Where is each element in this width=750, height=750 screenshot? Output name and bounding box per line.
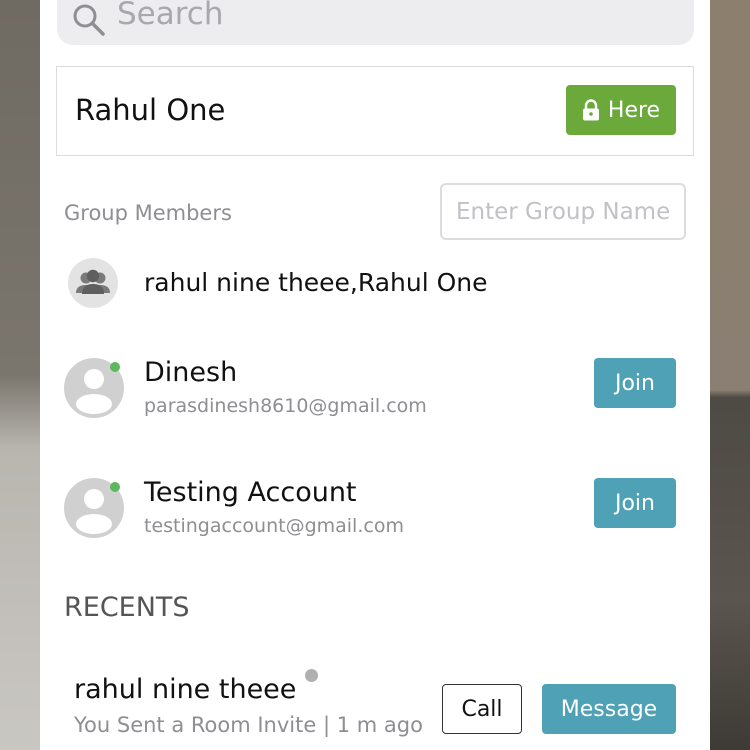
group-icon <box>68 258 118 308</box>
background-right <box>710 0 750 750</box>
background-left <box>0 0 40 750</box>
recent-status: You Sent a Room Invite | 1 m ago <box>74 713 423 737</box>
online-indicator <box>110 362 120 372</box>
call-button[interactable]: Call <box>442 684 522 734</box>
current-room: Rahul One Here <box>56 66 694 156</box>
search-placeholder: Search <box>117 0 224 32</box>
message-button[interactable]: Message <box>542 684 676 734</box>
contact-name: Testing Account <box>144 477 357 508</box>
contacts-panel: Search Rahul One Here Group Members ra <box>40 0 710 750</box>
contact-email: parasdinesh8610@gmail.com <box>144 395 427 417</box>
search-icon <box>71 2 107 38</box>
join-button[interactable]: Join <box>594 358 676 408</box>
online-indicator <box>110 482 120 492</box>
contact-name: Dinesh <box>144 357 238 388</box>
contact-row: Dinesh parasdinesh8610@gmail.com Join <box>40 357 710 448</box>
here-button[interactable]: Here <box>566 85 676 135</box>
lock-icon <box>582 99 600 121</box>
group-member-names: rahul nine theee,Rahul One <box>144 268 488 297</box>
here-label: Here <box>607 97 661 123</box>
join-button[interactable]: Join <box>594 478 676 528</box>
search-bar[interactable]: Search <box>57 0 694 45</box>
contact-row: Testing Account testingaccount@gmail.com… <box>40 477 710 568</box>
recents-heading: RECENTS <box>64 592 190 623</box>
contact-email: testingaccount@gmail.com <box>144 515 404 537</box>
group-members-label: Group Members <box>64 201 232 225</box>
offline-indicator <box>305 669 318 682</box>
group-name-input[interactable] <box>440 183 686 240</box>
recent-contact-name: rahul nine theee <box>74 674 297 705</box>
room-name: Rahul One <box>75 93 226 127</box>
